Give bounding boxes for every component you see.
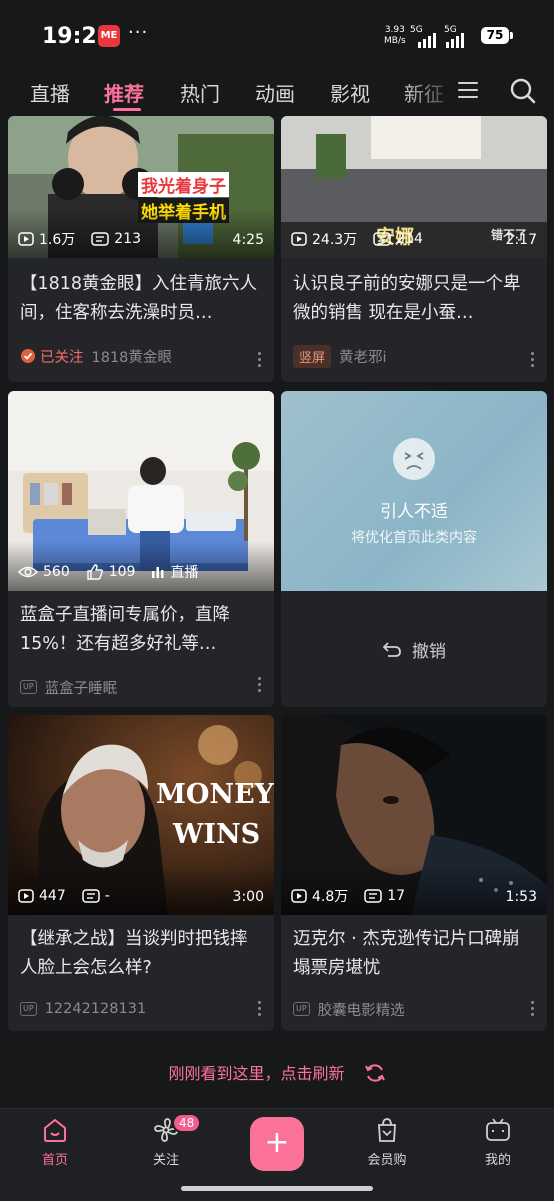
more-notifications-indicator: ··· — [128, 22, 149, 43]
more-options-icon[interactable] — [531, 1001, 535, 1019]
play-icon — [291, 889, 307, 903]
video-title[interactable]: 迈克尔 · 杰克逊传记片口碑崩塌票房堪忧 — [293, 925, 537, 983]
home-gesture-bar[interactable] — [181, 1186, 373, 1191]
nav-vip-shop[interactable]: 会员购 — [352, 1117, 422, 1168]
thumbnail-caption: WINS — [173, 819, 261, 850]
undo-button[interactable]: 撤销 — [281, 591, 547, 707]
video-meta: 竖屏 黄老邪i — [293, 344, 387, 368]
search-icon[interactable] — [510, 78, 536, 104]
video-card[interactable]: MONEY WINS 447 - 3:00 【继承之战】当谈判时把钱摔人脸上会怎… — [8, 715, 274, 1031]
dismissed-card: 引人不适 将优化首页此类内容 撤销 — [281, 391, 547, 707]
video-thumbnail[interactable]: 安娜 错不了 24.3万 214 2:17 — [281, 116, 547, 258]
view-count: 4.8万 — [291, 886, 348, 906]
refresh-prompt[interactable]: 刚刚看到这里，点击刷新 — [0, 1060, 554, 1084]
author-name[interactable]: 12242128131 — [45, 1001, 146, 1017]
live-card[interactable]: 560 109 直播 蓝盒子直播间专属价，直降15%！还有超多好礼等… UP 蓝… — [8, 391, 274, 707]
video-card[interactable]: 安娜 错不了 24.3万 214 2:17 认识良子前的安娜只是一个卑微的销售 … — [281, 116, 547, 382]
up-tag: UP — [293, 1002, 310, 1016]
video-duration: 2:17 — [505, 232, 537, 248]
tv-icon — [486, 1118, 510, 1141]
check-circle-icon — [21, 349, 35, 363]
danmaku-count: 214 — [373, 231, 423, 247]
video-card[interactable]: 4.8万 17 1:53 迈克尔 · 杰克逊传记片口碑崩塌票房堪忧 UP 胶囊电… — [281, 715, 547, 1031]
video-duration: 1:53 — [505, 889, 537, 905]
signal-sim2-icon: 5G — [444, 25, 474, 48]
nav-mine[interactable]: 我的 — [463, 1117, 533, 1168]
up-tag: UP — [20, 1002, 37, 1016]
author-name[interactable]: 蓝盒子睡眠 — [45, 677, 118, 698]
thumbnail-caption: MONEY — [156, 779, 274, 810]
tab-hot[interactable]: 热门 — [180, 78, 220, 107]
dismissed-thumbnail: 引人不适 将优化首页此类内容 — [281, 391, 547, 591]
more-options-icon[interactable] — [258, 352, 262, 370]
play-icon — [18, 232, 34, 246]
danmaku-count: 17 — [364, 888, 405, 904]
live-title[interactable]: 蓝盒子直播间专属价，直降15%！还有超多好礼等… — [20, 601, 264, 659]
author-name[interactable]: 1818黄金眼 — [92, 346, 172, 367]
video-thumbnail[interactable]: 我光着身子 她举着手机 1.6万 213 4:25 — [8, 116, 274, 258]
thumbs-up-icon — [87, 564, 103, 580]
play-icon — [18, 889, 34, 903]
live-status: 直播 — [151, 562, 198, 582]
shopping-bag-icon — [378, 1118, 396, 1142]
refresh-icon — [364, 1064, 385, 1082]
video-meta: UP 12242128131 — [20, 999, 146, 1019]
video-meta: UP 蓝盒子睡眠 — [20, 677, 117, 697]
status-bar: 19:25 ME ··· 3.93 MB/s 5G 5G 75 — [0, 0, 554, 70]
nav-home[interactable]: 首页 — [20, 1117, 90, 1168]
more-options-icon[interactable] — [531, 352, 535, 370]
home-icon — [44, 1118, 66, 1142]
danmaku-count: - — [81, 888, 110, 904]
video-thumbnail[interactable]: MONEY WINS 447 - 3:00 — [8, 715, 274, 915]
live-thumbnail[interactable]: 560 109 直播 — [8, 391, 274, 591]
feedback-title: 引人不适 — [380, 502, 448, 522]
view-count: 447 — [18, 888, 66, 904]
video-card[interactable]: 我光着身子 她举着手机 1.6万 213 4:25 【1818黄金眼】入住青旅六… — [8, 116, 274, 382]
more-options-icon[interactable] — [258, 677, 262, 695]
author-name[interactable]: 胶囊电影精选 — [318, 999, 405, 1020]
video-meta: 已关注 1818黄金眼 — [20, 346, 172, 366]
thumbnail-caption: 我光着身子 — [138, 172, 229, 197]
vertical-video-tag: 竖屏 — [293, 344, 332, 368]
like-count: 109 — [86, 564, 135, 580]
view-count: 1.6万 — [18, 229, 75, 249]
up-tag: UP — [20, 680, 37, 694]
publish-button[interactable]: + — [250, 1117, 304, 1171]
video-duration: 3:00 — [232, 889, 264, 905]
battery-indicator: 75 — [481, 27, 513, 44]
video-meta: UP 胶囊电影精选 — [293, 999, 405, 1019]
video-title[interactable]: 【继承之战】当谈判时把钱摔人脸上会怎么样? — [20, 925, 264, 983]
video-title[interactable]: 【1818黄金眼】入住青旅六人间，住客称去洗澡时员… — [20, 270, 264, 328]
video-duration: 4:25 — [232, 232, 264, 248]
live-bars-icon — [152, 567, 164, 578]
follow-notification-badge: 48 — [172, 1113, 202, 1133]
danmaku-icon — [373, 232, 391, 246]
app-notification-icon: ME — [98, 25, 120, 47]
viewer-count: 560 — [18, 564, 70, 580]
eye-icon — [18, 566, 38, 578]
active-tab-indicator — [113, 108, 141, 111]
tab-film[interactable]: 影视 — [330, 78, 370, 107]
tab-recommend[interactable]: 推荐 — [104, 78, 144, 107]
video-thumbnail[interactable]: 4.8万 17 1:53 — [281, 715, 547, 915]
tab-live[interactable]: 直播 — [30, 78, 70, 107]
play-icon — [291, 232, 307, 246]
network-speed: 3.93 MB/s — [384, 25, 406, 46]
undo-icon — [382, 642, 401, 657]
followed-badge: 已关注 — [20, 346, 84, 367]
menu-icon[interactable] — [458, 82, 478, 102]
unhappy-face-icon — [393, 438, 435, 480]
tab-anime[interactable]: 动画 — [255, 78, 295, 107]
view-count: 24.3万 — [291, 229, 357, 249]
signal-sim1-icon: 5G — [410, 25, 440, 48]
video-title[interactable]: 认识良子前的安娜只是一个卑微的销售 现在是小蚕… — [293, 270, 537, 328]
author-name[interactable]: 黄老邪i — [339, 346, 387, 367]
danmaku-icon — [81, 889, 100, 903]
feedback-subtitle: 将优化首页此类内容 — [351, 530, 477, 546]
danmaku-icon — [364, 889, 383, 903]
danmaku-count: 213 — [91, 231, 141, 247]
danmaku-icon — [91, 232, 110, 246]
more-options-icon[interactable] — [258, 1001, 262, 1019]
